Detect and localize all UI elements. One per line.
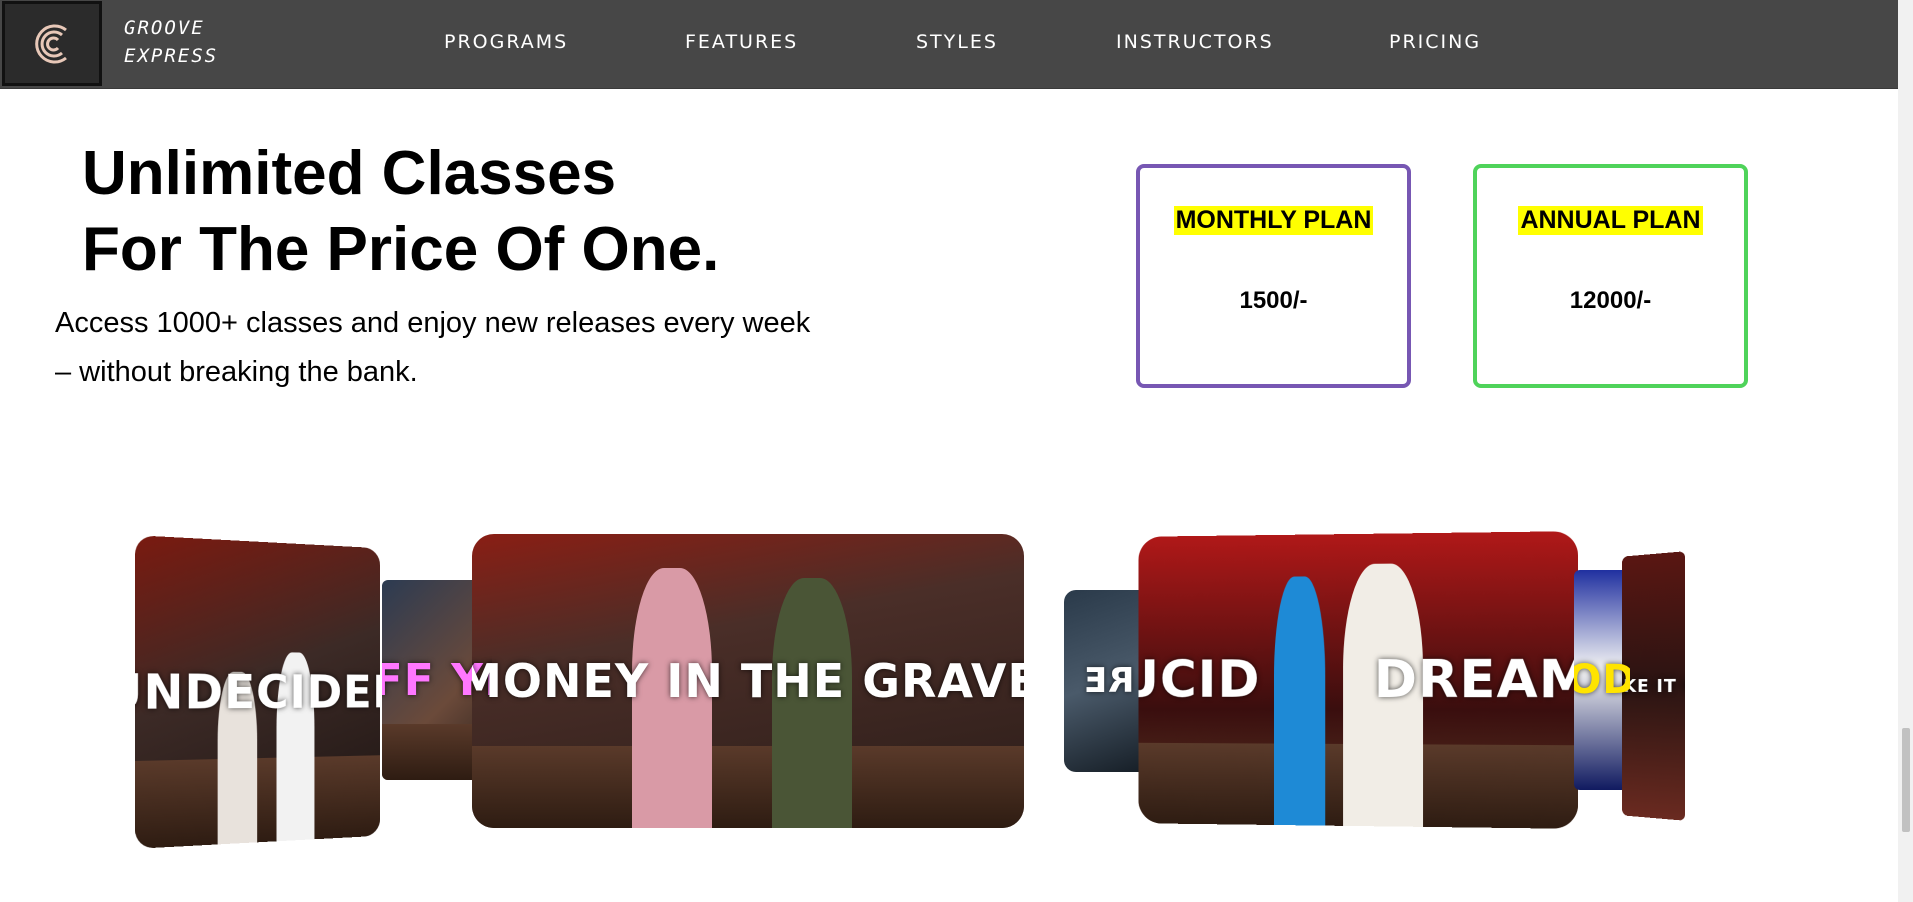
plan-price: 12000/- bbox=[1569, 287, 1652, 314]
video-title: MONEY IN THE GRAVE bbox=[472, 654, 1024, 708]
video-carousel: FF YI UNDECIDED MONEY IN THE GRAVE RE LU… bbox=[0, 520, 1898, 849]
nav-styles[interactable]: STYLES bbox=[916, 31, 998, 53]
nav-programs[interactable]: PROGRAMS bbox=[444, 31, 568, 53]
plan-name: ANNUAL PLAN bbox=[1518, 206, 1703, 235]
brand-line2: EXPRESS bbox=[124, 45, 219, 67]
page-scrollbar[interactable] bbox=[1898, 0, 1913, 902]
brand-line1: GROOVE bbox=[124, 17, 205, 39]
top-navbar: GROOVE EXPRESS PROGRAMS FEATURES STYLES … bbox=[0, 0, 1898, 89]
scrollbar-thumb[interactable] bbox=[1902, 728, 1910, 832]
video-title: RAKE IT UP bbox=[1622, 675, 1685, 697]
hero-description: Access 1000+ classes and enjoy new relea… bbox=[55, 307, 811, 388]
video-title: RE bbox=[1083, 661, 1135, 701]
plan-name: MONTHLY PLAN bbox=[1173, 206, 1374, 235]
brand-logo-icon bbox=[35, 24, 67, 63]
brand-name[interactable]: GROOVE EXPRESS bbox=[124, 14, 218, 70]
annual-plan-card[interactable]: ANNUAL PLAN 12000/- bbox=[1473, 164, 1748, 388]
nav-pricing[interactable]: PRICING bbox=[1389, 31, 1481, 53]
title-line2: For The Price Of One. bbox=[82, 215, 720, 284]
nav-instructors[interactable]: INSTRUCTORS bbox=[1116, 31, 1274, 53]
page-title: Unlimited Classes For The Price Of One. bbox=[82, 136, 719, 288]
video-title: OD bbox=[1574, 657, 1630, 703]
plan-price: 1500/- bbox=[1239, 287, 1308, 314]
title-line1: Unlimited Classes bbox=[82, 139, 617, 208]
brand-logo[interactable] bbox=[2, 1, 102, 86]
nav-features[interactable]: FEATURES bbox=[685, 31, 798, 53]
video-card[interactable]: MONEY IN THE GRAVE bbox=[472, 534, 1024, 828]
video-card[interactable]: RAKE IT UP bbox=[1622, 551, 1686, 821]
video-card[interactable]: LUCID DREAMS bbox=[1138, 531, 1579, 829]
video-card[interactable]: UNDECIDED bbox=[135, 535, 381, 849]
monthly-plan-card[interactable]: MONTHLY PLAN 1500/- bbox=[1136, 164, 1411, 388]
video-title: LUCID DREAMS bbox=[1138, 649, 1579, 711]
video-title: UNDECIDED bbox=[135, 663, 381, 721]
